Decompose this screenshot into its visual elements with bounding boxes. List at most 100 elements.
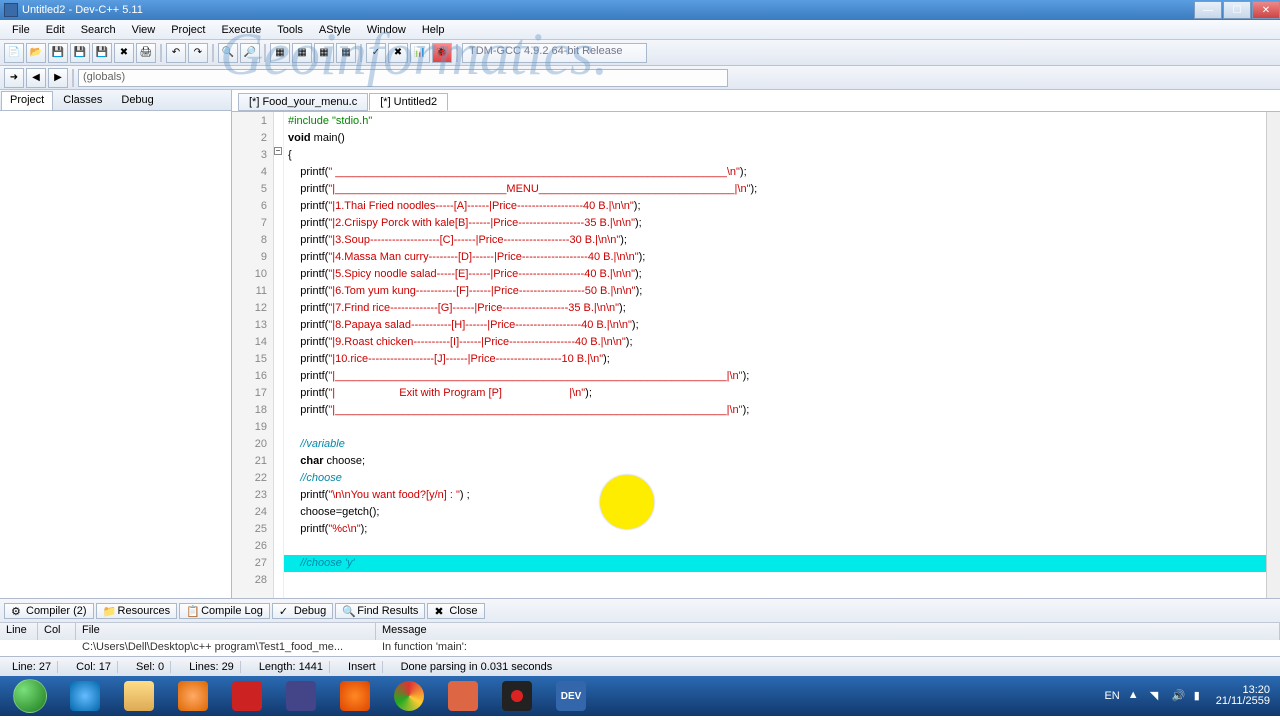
header-col[interactable]: Col (38, 623, 76, 640)
compile-icon[interactable]: ▦ (270, 43, 290, 63)
find-icon[interactable]: 🔍 (218, 43, 238, 63)
sidebar-tab-classes[interactable]: Classes (54, 91, 111, 110)
taskbar-app1[interactable] (276, 678, 326, 714)
menu-window[interactable]: Window (359, 22, 414, 38)
code-text: printf( (288, 251, 328, 263)
redo-icon[interactable]: ↷ (188, 43, 208, 63)
tab-label: Close (449, 605, 477, 617)
undo-icon[interactable]: ↶ (166, 43, 186, 63)
tray-battery-icon[interactable]: ▮ (1194, 689, 1208, 703)
tab-label: Compiler (2) (26, 605, 87, 617)
code-text: printf( (288, 353, 328, 365)
taskbar-devcpp[interactable]: DEV (546, 678, 596, 714)
start-button[interactable] (4, 677, 56, 715)
bookmark-icon[interactable]: ▶ (48, 68, 68, 88)
close-file-icon[interactable]: ✖ (114, 43, 134, 63)
tab-findresults[interactable]: 🔍Find Results (335, 603, 425, 619)
taskbar-firefox[interactable] (330, 678, 380, 714)
code-string: "|____________________________MENU______… (328, 183, 750, 195)
snagit-icon (232, 681, 262, 711)
debug-icon[interactable]: ✓ (366, 43, 386, 63)
back-icon[interactable]: ◀ (26, 68, 46, 88)
fold-gutter: − (274, 112, 284, 598)
msg-message: In function 'main': (376, 640, 1280, 656)
code-text: ); (632, 319, 639, 331)
sidebar-tab-project[interactable]: Project (1, 91, 53, 110)
sidebar: Project Classes Debug (0, 90, 232, 598)
header-file[interactable]: File (76, 623, 376, 640)
tab-resources[interactable]: 📁Resources (96, 603, 178, 619)
tray-volume-icon[interactable]: 🔊 (1172, 689, 1186, 703)
fold-box-icon[interactable]: − (274, 147, 282, 155)
msg-file: C:\Users\Dell\Desktop\c++ program\Test1_… (76, 640, 376, 656)
menu-execute[interactable]: Execute (213, 22, 269, 38)
menu-project[interactable]: Project (163, 22, 213, 38)
taskbar-powerpoint[interactable] (438, 678, 488, 714)
code-editor[interactable]: 1234567891011121314151617181920212223242… (232, 112, 1280, 598)
vertical-scrollbar[interactable] (1266, 112, 1280, 598)
tray-lang[interactable]: EN (1104, 690, 1119, 702)
tab-compiler[interactable]: ⚙Compiler (2) (4, 603, 94, 619)
sidebar-tab-debug[interactable]: Debug (112, 91, 162, 110)
stop-icon[interactable]: ✖ (388, 43, 408, 63)
header-line[interactable]: Line (0, 623, 38, 640)
message-row[interactable]: C:\Users\Dell\Desktop\c++ program\Test1_… (0, 640, 1280, 656)
replace-icon[interactable]: 🔎 (240, 43, 260, 63)
code-string: "|1.Thai Fried noodles-----[A]------|Pri… (328, 200, 633, 212)
save-as-icon[interactable]: 💾 (92, 43, 112, 63)
taskbar-wmp[interactable] (168, 678, 218, 714)
menu-edit[interactable]: Edit (38, 22, 73, 38)
taskbar-explorer[interactable] (114, 678, 164, 714)
editor-tab-food[interactable]: [*] Food_your_menu.c (238, 93, 368, 111)
tab-debug[interactable]: ✓Debug (272, 603, 333, 619)
print-icon[interactable]: 🖨 (136, 43, 156, 63)
tab-compilelog[interactable]: 📋Compile Log (179, 603, 270, 619)
header-message[interactable]: Message (376, 623, 1280, 640)
menu-help[interactable]: Help (414, 22, 453, 38)
tray-flag-icon[interactable]: ▲ (1128, 689, 1142, 703)
profile-icon[interactable]: 📊 (410, 43, 430, 63)
taskbar: DEV EN ▲ ◥ 🔊 ▮ 13:20 21/11/2559 (0, 676, 1280, 716)
taskbar-record[interactable] (492, 678, 542, 714)
code-text: ); (740, 166, 747, 178)
code-string: "|6.Tom yum kung-----------[F]------|Pri… (328, 285, 635, 297)
new-file-icon[interactable]: 📄 (4, 43, 24, 63)
tray-clock[interactable]: 13:20 21/11/2559 (1216, 685, 1270, 707)
powerpoint-icon (448, 681, 478, 711)
debug-stop-icon[interactable]: 🐞 (432, 43, 452, 63)
goto-icon[interactable]: ➜ (4, 68, 24, 88)
minimize-button[interactable]: — (1194, 1, 1222, 19)
app-icon (286, 681, 316, 711)
save-all-icon[interactable]: 💾 (70, 43, 90, 63)
code-body[interactable]: #include "stdio.h" void main() { printf(… (284, 112, 1280, 598)
main-toolbar: 📄 📂 💾 💾 💾 ✖ 🖨 ↶ ↷ 🔍 🔎 ▦ ▦ ▦ ▦ ✓ ✖ 📊 🐞 TD… (0, 40, 1280, 66)
close-button[interactable]: ✕ (1252, 1, 1280, 19)
menu-tools[interactable]: Tools (269, 22, 311, 38)
tab-label: Compile Log (201, 605, 263, 617)
taskbar-chrome[interactable] (384, 678, 434, 714)
menu-search[interactable]: Search (73, 22, 124, 38)
compiler-select[interactable]: TDM-GCC 4.9.2 64-bit Release (462, 43, 647, 63)
editor-area: [*] Food_your_menu.c [*] Untitled2 12345… (232, 90, 1280, 598)
editor-tab-untitled2[interactable]: [*] Untitled2 (369, 93, 448, 111)
maximize-button[interactable]: ☐ (1223, 1, 1251, 19)
code-text: printf( (288, 200, 328, 212)
menu-view[interactable]: View (124, 22, 164, 38)
code-comment: //choose (288, 472, 342, 484)
compile-run-icon[interactable]: ▦ (314, 43, 334, 63)
code-text: printf( (288, 166, 328, 178)
globals-dropdown[interactable]: (globals) (78, 69, 728, 87)
tray-network-icon[interactable]: ◥ (1150, 689, 1164, 703)
save-icon[interactable]: 💾 (48, 43, 68, 63)
open-file-icon[interactable]: 📂 (26, 43, 46, 63)
statusbar: Line: 27 Col: 17 Sel: 0 Lines: 29 Length… (0, 656, 1280, 676)
tab-close[interactable]: ✖Close (427, 603, 484, 619)
menu-astyle[interactable]: AStyle (311, 22, 359, 38)
taskbar-snagit[interactable] (222, 678, 272, 714)
status-col: Col: 17 (70, 661, 118, 673)
run-icon[interactable]: ▦ (292, 43, 312, 63)
rebuild-icon[interactable]: ▦ (336, 43, 356, 63)
find-icon: 🔍 (342, 605, 354, 617)
taskbar-ie[interactable] (60, 678, 110, 714)
menu-file[interactable]: File (4, 22, 38, 38)
